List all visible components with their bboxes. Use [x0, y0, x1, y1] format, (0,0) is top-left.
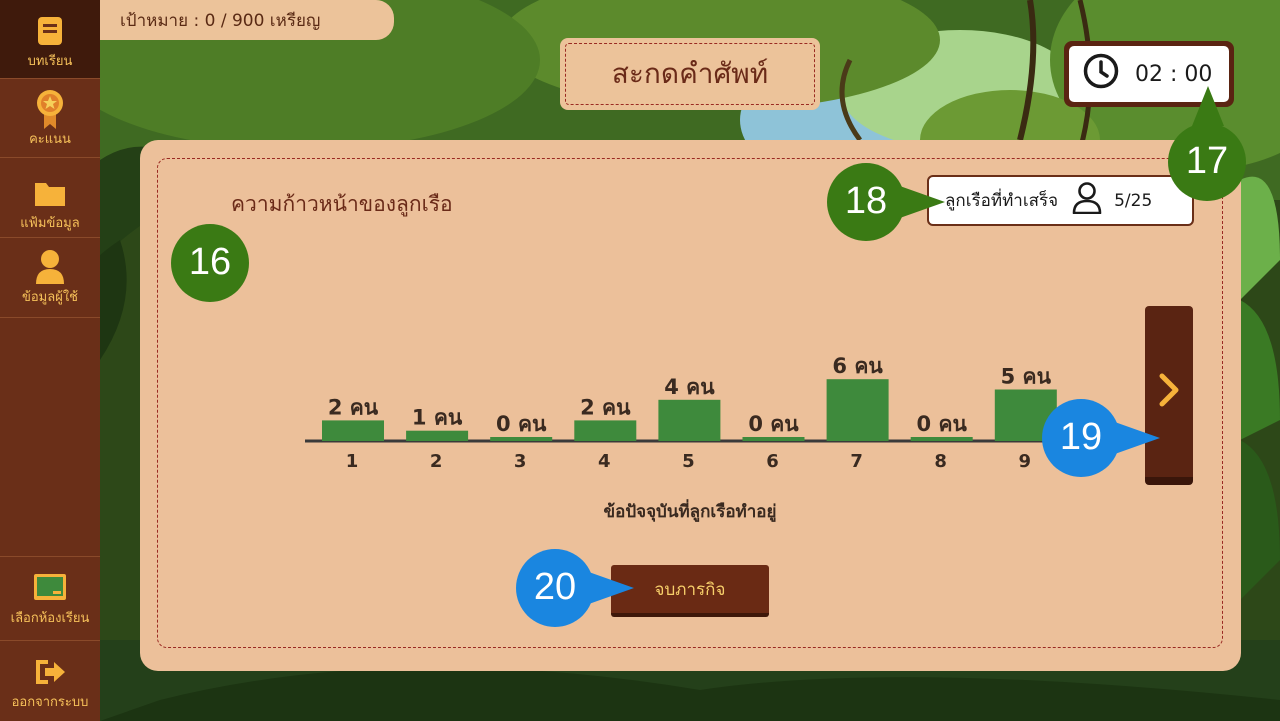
sidebar-item-scores[interactable]: คะแนน	[0, 80, 100, 158]
callout-19: 19	[1042, 399, 1162, 483]
chart-tick-label: 3	[514, 451, 527, 472]
sidebar-item-label: บทเรียน	[27, 54, 73, 69]
logout-icon	[33, 655, 67, 689]
chart-tick-label: 2	[430, 451, 443, 472]
timer-value: 02 : 00	[1135, 61, 1213, 87]
chart-bar-1	[322, 420, 384, 441]
chart-data-label: 4 คน	[664, 375, 715, 399]
callout-20: 20	[516, 549, 636, 633]
callout-17: 17	[1168, 86, 1248, 206]
chart-data-label: 0 คน	[917, 412, 968, 436]
chart-bar-2	[406, 430, 469, 441]
chart-bar-5	[658, 399, 721, 441]
chart-data-label: 0 คน	[748, 412, 799, 436]
sidebar-item-label: เลือกห้องเรียน	[10, 611, 90, 626]
chart-bar-7	[826, 379, 889, 441]
sidebar-item-files[interactable]: แฟ้มข้อมูล	[0, 158, 100, 238]
chart-tick-label: 1	[346, 451, 359, 472]
sidebar-item-logout[interactable]: ออกจากระบบ	[0, 641, 100, 721]
goal-text: เป้าหมาย : 0 / 900 เหรียญ	[120, 10, 321, 31]
callout-18: 18	[827, 163, 947, 247]
clock-icon	[1083, 53, 1119, 95]
callout-16: 16	[171, 224, 251, 308]
page-title-box: สะกดคำศัพท์	[560, 38, 820, 110]
chart-tick-label: 5	[682, 451, 695, 472]
chart-tick-label: 4	[598, 451, 611, 472]
chart-data-label: 5 คน	[1001, 365, 1052, 389]
chart-data-label: 0 คน	[496, 412, 547, 436]
sidebar-item-label: ออกจากระบบ	[11, 695, 89, 710]
sidebar: บทเรียน คะแนน แฟ้มข้อมูล ข้อมูลผู้ใช้ เล…	[0, 0, 100, 721]
chart-tick-label: 9	[1019, 451, 1032, 472]
user-icon	[33, 250, 67, 284]
chart-data-label: 6 คน	[832, 354, 883, 378]
chart-data-label: 2 คน	[328, 395, 379, 419]
book-icon	[33, 14, 67, 48]
chart-tick-label: 7	[850, 451, 863, 472]
page-title: สะกดคำศัพท์	[611, 57, 769, 90]
chart-bar-3	[490, 437, 553, 441]
chart-data-label: 2 คน	[580, 395, 631, 419]
folder-icon	[33, 176, 67, 210]
classroom-board-icon	[33, 571, 67, 605]
chart-bar-6	[742, 437, 805, 441]
chart-bar-4	[574, 420, 637, 441]
sidebar-item-label: ข้อมูลผู้ใช้	[21, 290, 79, 305]
medal-icon	[33, 90, 67, 129]
chart-x-axis-label: ข้อปัจจุบันที่ลูกเรือทำอยู่	[603, 502, 777, 522]
chart-tick-label: 8	[934, 451, 947, 472]
sidebar-item-label: คะแนน	[29, 132, 71, 147]
chart-tick-label: 6	[766, 451, 779, 472]
sidebar-item-profile[interactable]: ข้อมูลผู้ใช้	[0, 238, 100, 318]
chart-bar-8	[910, 437, 973, 441]
chart-data-label: 1 คน	[412, 406, 463, 430]
sidebar-item-select-classroom[interactable]: เลือกห้องเรียน	[0, 556, 100, 641]
sidebar-item-lessons[interactable]: บทเรียน	[0, 0, 100, 79]
sidebar-item-label: แฟ้มข้อมูล	[20, 216, 80, 231]
goal-coins: เป้าหมาย : 0 / 900 เหรียญ	[100, 0, 394, 40]
